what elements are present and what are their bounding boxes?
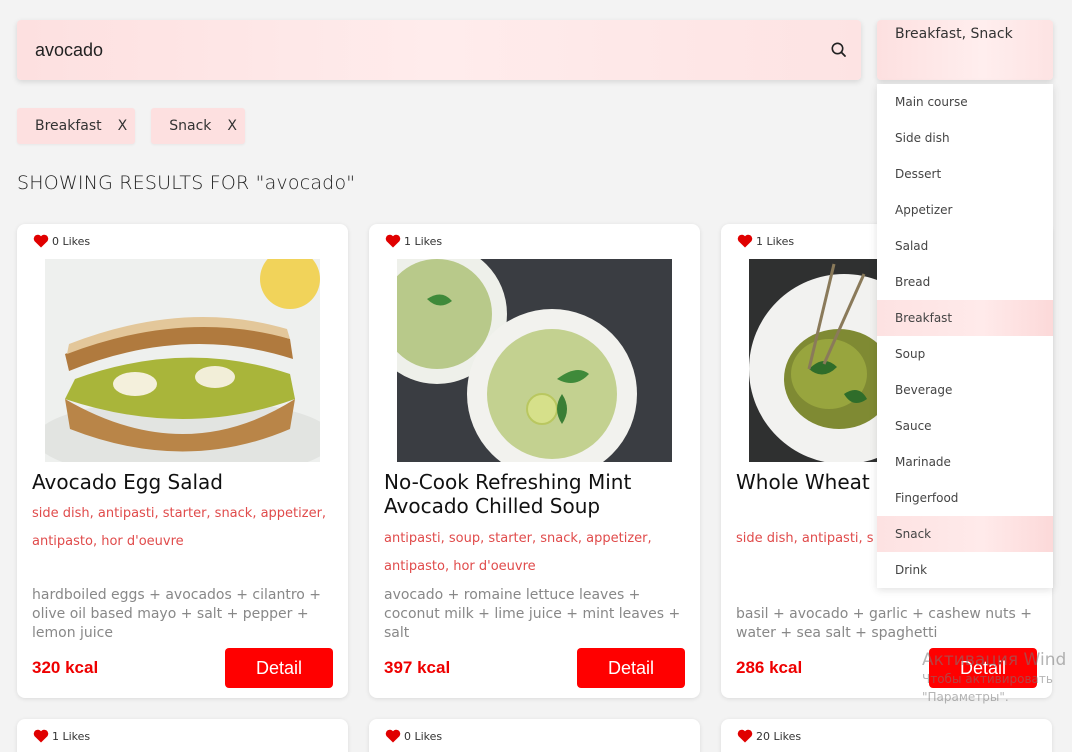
- category-option-bread[interactable]: Bread: [877, 264, 1053, 300]
- detail-button[interactable]: Detail: [225, 648, 333, 688]
- watermark-title: Активация Wind: [922, 650, 1067, 670]
- activation-watermark: Активация Wind Чтобы активировать "Парам…: [922, 650, 1066, 706]
- heart-icon: [737, 234, 753, 248]
- category-select[interactable]: Breakfast, Snack: [877, 20, 1053, 80]
- filter-chip-snack: Snack X: [151, 108, 245, 144]
- category-select-value: Breakfast, Snack: [895, 26, 1013, 42]
- category-option-beverage[interactable]: Beverage: [877, 372, 1053, 408]
- likes-count: 0 Likes: [404, 729, 443, 743]
- like-button[interactable]: 0 Likes: [33, 234, 90, 248]
- remove-filter-button[interactable]: X: [118, 118, 128, 134]
- like-button[interactable]: 1 Likes: [385, 234, 442, 248]
- category-option-marinade[interactable]: Marinade: [877, 444, 1053, 480]
- heart-icon: [385, 234, 401, 248]
- results-heading: SHOWING RESULTS FOR "avocado": [17, 172, 356, 194]
- recipe-title[interactable]: Avocado Egg Salad: [32, 470, 337, 494]
- recipe-card: 1 Likes No-Cook Refreshing Mint Avocado …: [369, 224, 700, 698]
- recipe-ingredients: basil + avocado + garlic + cashew nuts +…: [736, 606, 1032, 641]
- category-option-appetizer[interactable]: Appetizer: [877, 192, 1053, 228]
- recipe-calories: 397 kcal: [384, 658, 451, 677]
- likes-count: 1 Likes: [52, 729, 91, 743]
- filter-chip-breakfast: Breakfast X: [17, 108, 136, 144]
- category-option-dessert[interactable]: Dessert: [877, 156, 1053, 192]
- like-button[interactable]: 0 Likes: [385, 729, 442, 743]
- category-option-fingerfood[interactable]: Fingerfood: [877, 480, 1053, 516]
- category-option-salad[interactable]: Salad: [877, 228, 1053, 264]
- category-option-drink[interactable]: Drink: [877, 552, 1053, 588]
- like-button[interactable]: 1 Likes: [33, 729, 90, 743]
- recipe-image[interactable]: [45, 259, 320, 462]
- detail-button[interactable]: Detail: [577, 648, 685, 688]
- recipe-card: 1 Likes: [17, 719, 348, 752]
- recipe-tags: side dish, antipasti, starter, snack, ap…: [32, 506, 327, 549]
- category-option-side-dish[interactable]: Side dish: [877, 120, 1053, 156]
- recipe-calories: 286 kcal: [736, 658, 803, 677]
- search-icon[interactable]: [829, 40, 849, 60]
- recipe-calories: 320 kcal: [32, 658, 99, 677]
- search-bar: [17, 20, 861, 80]
- remove-filter-button[interactable]: X: [227, 118, 237, 134]
- recipe-image[interactable]: [397, 259, 672, 462]
- recipe-ingredients: hardboiled eggs + avocados + cilantro + …: [32, 587, 322, 641]
- recipe-card: 20 Likes: [721, 719, 1052, 752]
- category-option-soup[interactable]: Soup: [877, 336, 1053, 372]
- recipe-card: 0 Likes Avocado Egg Salad side dish, ant…: [17, 224, 348, 698]
- like-button[interactable]: 1 Likes: [737, 234, 794, 248]
- search-input[interactable]: [35, 34, 815, 66]
- category-dropdown: Main course Side dish Dessert Appetizer …: [877, 84, 1053, 588]
- watermark-line: Чтобы активировать: [922, 672, 1053, 686]
- filter-chip-label: Snack: [169, 118, 212, 134]
- recipe-ingredients: avocado + romaine lettuce leaves + cocon…: [384, 587, 681, 641]
- likes-count: 1 Likes: [756, 234, 795, 248]
- likes-count: 0 Likes: [52, 234, 91, 248]
- heart-icon: [33, 234, 49, 248]
- likes-count: 20 Likes: [756, 729, 802, 743]
- category-option-snack[interactable]: Snack: [877, 516, 1053, 552]
- likes-count: 1 Likes: [404, 234, 443, 248]
- category-option-main-course[interactable]: Main course: [877, 84, 1053, 120]
- like-button[interactable]: 20 Likes: [737, 729, 801, 743]
- recipe-card: 0 Likes: [369, 719, 700, 752]
- recipe-tags: antipasti, soup, starter, snack, appetiz…: [384, 531, 652, 574]
- active-filters: Breakfast X Snack X: [17, 108, 245, 144]
- watermark-line: "Параметры".: [922, 690, 1009, 704]
- heart-icon: [33, 729, 49, 743]
- category-option-sauce[interactable]: Sauce: [877, 408, 1053, 444]
- heart-icon: [385, 729, 401, 743]
- category-option-breakfast[interactable]: Breakfast: [877, 300, 1053, 336]
- heart-icon: [737, 729, 753, 743]
- filter-chip-label: Breakfast: [35, 118, 102, 134]
- recipe-title[interactable]: No-Cook Refreshing Mint Avocado Chilled …: [384, 470, 689, 518]
